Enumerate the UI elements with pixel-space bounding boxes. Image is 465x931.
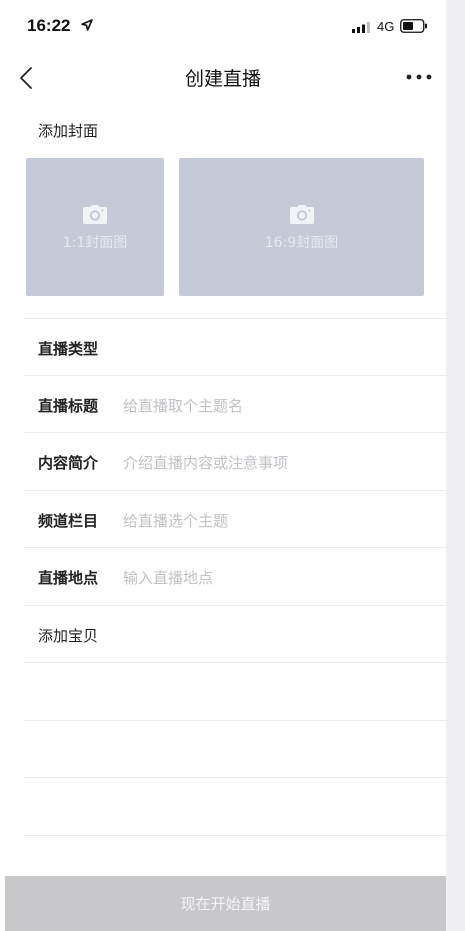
cover-16-9-caption: 16:9封面图 — [264, 235, 339, 251]
add-item-label: 添加宝贝 — [38, 627, 99, 645]
start-live-label: 现在开始直播 — [180, 895, 271, 913]
channel-input[interactable]: 给直播选个主题 — [123, 510, 228, 531]
add-cover-label: 添加封面 — [38, 122, 99, 140]
camera-icon — [83, 205, 107, 224]
form-row-live-type[interactable]: 直播类型 — [24, 318, 446, 376]
divider — [24, 662, 446, 663]
divider — [24, 720, 446, 721]
live-title-label: 直播标题 — [38, 397, 99, 415]
divider — [24, 835, 446, 836]
screen: 16:22 4G 创建直播 添加封面 1:1封面图 16:9封面图 直播类型 直… — [0, 0, 446, 931]
battery-icon — [400, 19, 427, 33]
channel-label: 频道栏目 — [38, 512, 99, 530]
nav-bar: 创建直播 — [0, 56, 446, 100]
cover-16-9-button[interactable]: 16:9封面图 — [179, 158, 424, 296]
live-title-input[interactable]: 给直播取个主题名 — [123, 395, 243, 416]
form-row-channel[interactable]: 频道栏目 给直播选个主题 — [24, 490, 446, 548]
form-row-add-item[interactable]: 添加宝贝 — [24, 605, 446, 663]
live-type-label: 直播类型 — [38, 340, 99, 358]
status-time: 16:22 — [27, 16, 71, 35]
page-title: 创建直播 — [184, 68, 261, 90]
location-input[interactable]: 输入直播地点 — [123, 567, 213, 588]
form-row-description[interactable]: 内容简介 介绍直播内容或注意事项 — [24, 432, 446, 490]
side-gutter — [446, 0, 465, 931]
location-label: 直播地点 — [38, 569, 99, 587]
camera-icon — [289, 205, 314, 224]
divider — [24, 777, 446, 778]
start-live-button[interactable]: 现在开始直播 — [5, 876, 446, 931]
form-row-live-title[interactable]: 直播标题 给直播取个主题名 — [24, 375, 446, 433]
network-type: 4G — [377, 19, 395, 34]
cover-1-1-button[interactable]: 1:1封面图 — [26, 158, 164, 296]
form-row-location[interactable]: 直播地点 输入直播地点 — [24, 547, 446, 605]
cover-1-1-caption: 1:1封面图 — [62, 235, 128, 251]
description-label: 内容简介 — [38, 454, 99, 472]
signal-icon — [352, 22, 370, 33]
location-arrow-icon — [81, 19, 93, 31]
description-input[interactable]: 介绍直播内容或注意事项 — [123, 452, 288, 473]
ellipsis-icon[interactable] — [406, 74, 432, 80]
status-bar: 16:22 4G — [0, 0, 446, 56]
